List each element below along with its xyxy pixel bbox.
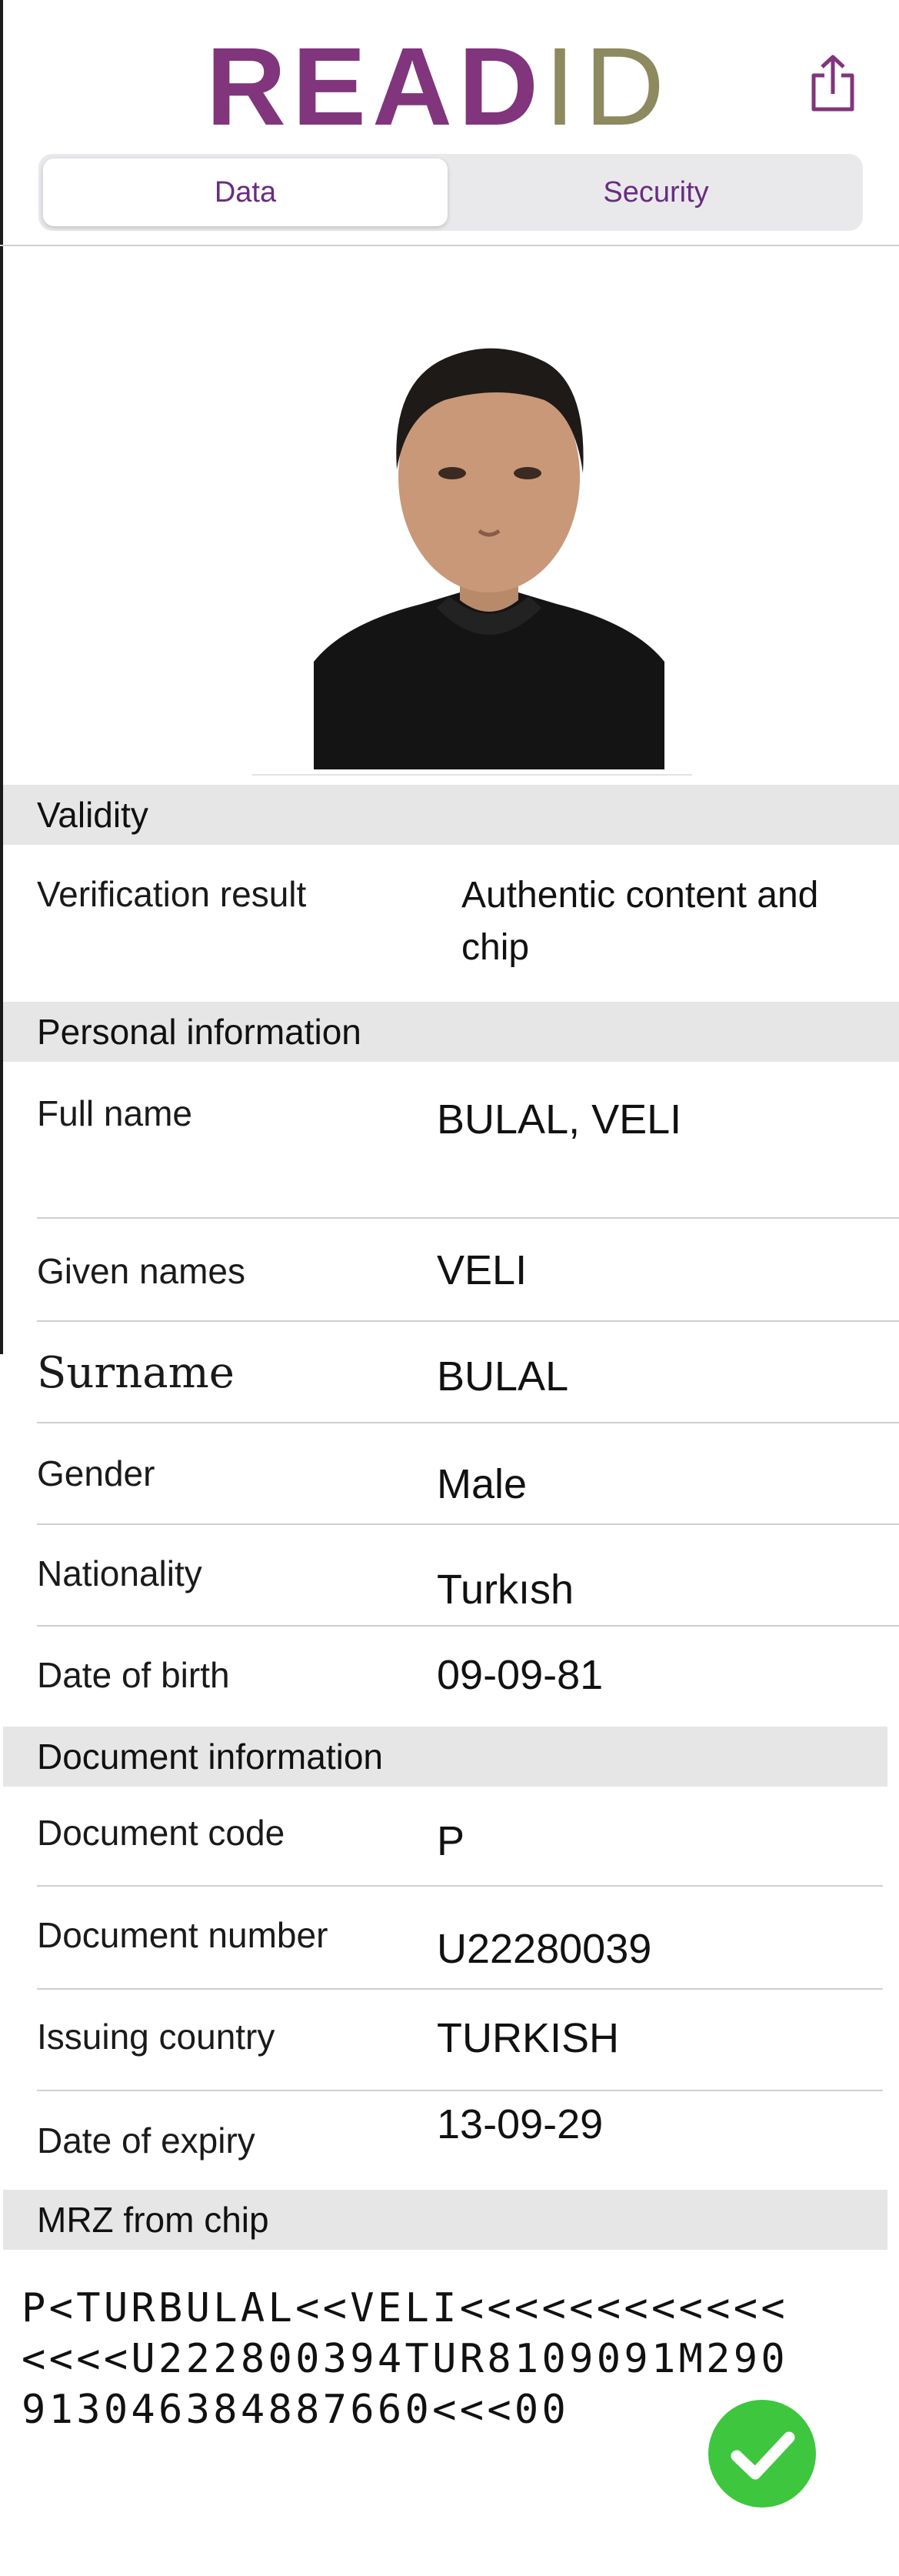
row-divider [37,1625,899,1627]
mrz-line-1: P<TURBULAL<<VELI<<<<<<<<<<<< [22,2285,788,2331]
value-surname: BULAL [437,1353,569,1400]
value-date-of-birth: 09-09-81 [437,1652,604,1698]
label-verification-result: Verification result [37,874,307,914]
header-divider [0,245,899,246]
value-gender: Male [437,1461,528,1507]
value-full-name: BULAL, VELI [437,1096,682,1143]
row-divider [37,2090,883,2091]
tab-data[interactable]: Data [43,158,448,226]
row-divider [37,1320,899,1322]
screen-edge [0,0,3,1354]
logo-read-text: READ [206,25,545,148]
segmented-control: Data Security [38,154,863,231]
row-divider [37,1988,883,1990]
checkmark-circle-icon [708,2400,816,2508]
value-given-names: VELI [437,1247,528,1293]
label-date-of-expiry: Date of expiry [37,2121,255,2161]
value-document-code: P [437,1818,465,1864]
passport-photo [314,300,664,769]
label-gender: Gender [37,1453,155,1493]
mrz-line-2: <<<<U222800394TUR8109091M290 [22,2336,788,2382]
share-icon[interactable] [807,54,858,112]
value-document-number: U22280039 [437,1926,652,1972]
readid-logo: READID [206,32,674,142]
label-document-number: Document number [37,1915,328,1955]
row-divider [37,1422,899,1423]
label-issuing-country: Issuing country [37,2017,275,2057]
value-verification-result: Authentic content and chip [461,875,819,968]
row-divider [37,1217,899,1219]
label-given-names: Given names [37,1251,246,1291]
label-nationality: Nationality [37,1553,202,1593]
section-personal-information: Personal information [3,1002,899,1062]
section-validity: Validity [3,785,899,845]
logo-id-text: ID [544,25,674,148]
section-document-information: Document information [3,1727,887,1787]
label-date-of-birth: Date of birth [37,1655,230,1695]
label-document-code: Document code [37,1813,285,1853]
section-mrz-from-chip: MRZ from chip [3,2190,887,2250]
label-full-name: Full name [37,1093,192,1133]
value-issuing-country: TURKISH [437,2015,620,2061]
row-divider [37,1885,883,1887]
tab-security[interactable]: Security [454,158,858,226]
value-date-of-expiry: 13-09-29 [437,2101,604,2147]
photo-divider [252,774,692,776]
row-divider [37,1523,899,1525]
mrz-line-3: 913046384887660<<<00 [22,2387,570,2433]
label-surname: Surname [37,1348,235,1398]
value-nationality: Turkısh [437,1567,574,1613]
